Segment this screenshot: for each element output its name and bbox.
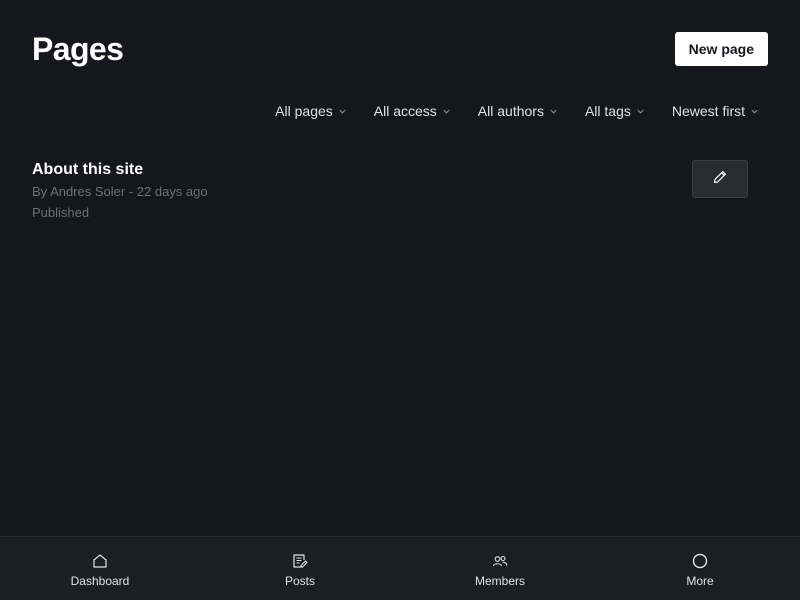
page-header: Pages New page: [32, 32, 768, 66]
app-root: Pages New page All pages All access All …: [0, 0, 800, 600]
circle-icon: [691, 552, 709, 570]
chevron-down-icon: [637, 109, 644, 114]
filter-authors-dropdown[interactable]: All authors: [478, 103, 557, 119]
bottom-nav: Dashboard Posts Members More: [0, 536, 800, 600]
home-icon: [91, 552, 109, 570]
members-icon: [491, 552, 509, 570]
nav-item-posts[interactable]: Posts: [200, 537, 400, 600]
page-item-meta: By Andres Soler - 22 days ago: [32, 184, 208, 199]
nav-item-more[interactable]: More: [600, 537, 800, 600]
nav-label-posts: Posts: [284, 573, 315, 588]
nav-item-members[interactable]: Members: [400, 537, 600, 600]
filter-tags-dropdown[interactable]: All tags: [585, 103, 644, 119]
filter-sort-dropdown[interactable]: Newest first: [672, 103, 758, 119]
chevron-down-icon: [751, 109, 758, 114]
filter-type-dropdown[interactable]: All pages: [275, 103, 346, 119]
page-title: Pages: [32, 31, 124, 67]
edit-page-button[interactable]: [692, 160, 748, 198]
new-page-button[interactable]: New page: [674, 32, 768, 66]
pencil-icon: [712, 169, 728, 190]
pages-list: About this site By Andres Soler - 22 day…: [32, 158, 748, 228]
filter-authors-label: All authors: [477, 103, 544, 119]
chevron-down-icon: [550, 109, 557, 114]
chevron-down-icon: [443, 109, 450, 114]
nav-label-dashboard: Dashboard: [70, 573, 130, 588]
filter-sort-label: Newest first: [671, 103, 745, 119]
filter-access-label: All access: [373, 103, 437, 119]
nav-item-dashboard[interactable]: Dashboard: [0, 537, 200, 600]
posts-icon: [291, 552, 309, 570]
nav-label-members: Members: [474, 573, 525, 588]
chevron-down-icon: [339, 109, 346, 114]
filter-bar: All pages All access All authors All tag…: [275, 100, 758, 122]
page-item-title[interactable]: About this site: [32, 158, 748, 181]
list-item[interactable]: About this site By Andres Soler - 22 day…: [32, 158, 748, 228]
filter-type-label: All pages: [275, 103, 333, 119]
page-item-status: Published: [32, 205, 90, 220]
filter-access-dropdown[interactable]: All access: [374, 103, 450, 119]
nav-label-more: More: [686, 573, 714, 588]
filter-tags-label: All tags: [584, 103, 631, 119]
